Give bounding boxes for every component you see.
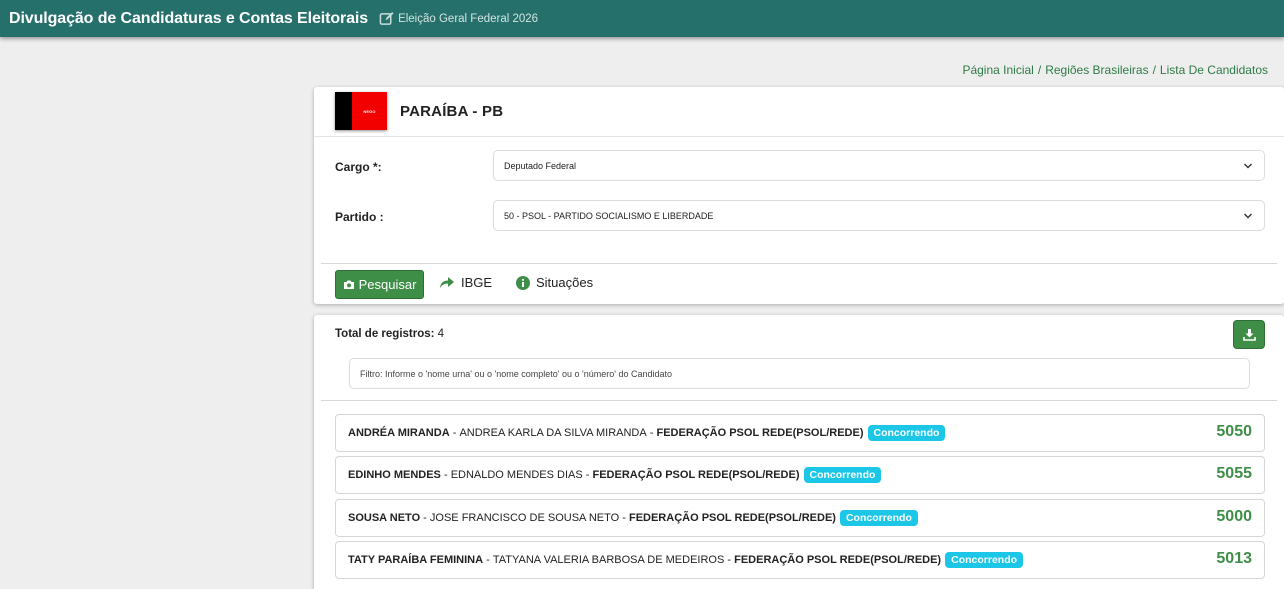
separator: - <box>440 469 451 481</box>
candidate-filter-input[interactable] <box>349 358 1250 389</box>
candidate-full-name: JOSE FRANCISCO DE SOUSA NETO <box>429 512 620 524</box>
state-flag: NEGO <box>335 92 387 130</box>
search-button-label: Pesquisar <box>358 277 417 292</box>
total-label: Total de registros: <box>335 328 435 340</box>
flag-text: NEGO <box>363 108 376 114</box>
separator: - <box>483 554 493 566</box>
cargo-label: Cargo *: <box>335 160 382 174</box>
partido-select[interactable]: 50 - PSOL - PARTIDO SOCIALISMO E LIBERDA… <box>493 200 1265 231</box>
separator: - <box>449 427 460 439</box>
results-card: Total de registros: 4 ANDRÉA MIRANDA - A… <box>314 315 1284 589</box>
candidate-party: FEDERAÇÃO PSOL REDE(PSOL/REDE) <box>628 512 836 524</box>
breadcrumb-separator: / <box>1037 63 1042 77</box>
candidate-urna-name: SOUSA NETO <box>348 512 421 524</box>
state-name: PARAÍBA - PB <box>400 103 504 120</box>
breadcrumb-home[interactable]: Página Inicial <box>962 63 1033 77</box>
candidate-party: FEDERAÇÃO PSOL REDE(PSOL/REDE) <box>734 554 942 566</box>
share-arrow-icon <box>440 277 454 288</box>
candidate-number: 5000 <box>1216 508 1252 525</box>
breadcrumb-separator: / <box>1152 63 1156 77</box>
candidate-full-name: TATYANA VALERIA BARBOSA DE MEDEIROS <box>492 554 725 566</box>
candidate-number: 5055 <box>1216 465 1252 482</box>
form-divider <box>321 263 1277 264</box>
situacoes-link[interactable]: Situações <box>516 275 593 290</box>
candidate-urna-name: TATY PARAÍBA FEMININA <box>348 554 484 566</box>
cargo-select[interactable]: Deputado Federal <box>493 150 1265 181</box>
separator: - <box>619 512 629 524</box>
app-title[interactable]: Divulgação de Candidaturas e Contas Elei… <box>9 10 368 28</box>
download-button[interactable] <box>1233 320 1265 349</box>
search-card: NEGO PARAÍBA - PB Cargo *: Deputado Fede… <box>314 87 1284 304</box>
cargo-select-value: Deputado Federal <box>504 160 577 171</box>
candidate-full-name: ANDREA KARLA DA SILVA MIRANDA <box>459 427 647 439</box>
status-badge: Concorrendo <box>945 552 1024 568</box>
state-header: NEGO PARAÍBA - PB <box>314 87 1284 137</box>
ibge-link[interactable]: IBGE <box>439 275 492 290</box>
chevron-down-icon <box>1244 163 1252 169</box>
breadcrumb: Página Inicial / Regiões Brasileiras / L… <box>962 63 1268 77</box>
flag-black-band <box>335 92 352 130</box>
candidate-row[interactable]: SOUSA NETO - JOSE FRANCISCO DE SOUSA NET… <box>335 499 1265 537</box>
candidate-urna-name: ANDRÉA MIRANDA <box>348 427 450 439</box>
download-icon <box>1242 329 1256 341</box>
total-value: 4 <box>437 328 445 340</box>
search-button[interactable]: Pesquisar <box>335 270 424 299</box>
separator: - <box>420 512 430 524</box>
camera-icon <box>343 280 354 289</box>
top-bar: Divulgação de Candidaturas e Contas Elei… <box>0 0 1284 37</box>
chevron-down-icon <box>1244 213 1252 219</box>
info-icon <box>516 275 530 290</box>
separator: - <box>646 427 657 439</box>
ibge-label: IBGE <box>461 275 493 290</box>
candidate-urna-name: EDINHO MENDES <box>348 469 441 481</box>
partido-select-value: 50 - PSOL - PARTIDO SOCIALISMO E LIBERDA… <box>504 210 714 221</box>
breadcrumb-regions[interactable]: Regiões Brasileiras <box>1045 63 1148 77</box>
candidate-full-name: EDNALDO MENDES DIAS <box>450 469 583 481</box>
situacoes-label: Situações <box>536 275 594 290</box>
total-records: Total de registros: 4 <box>335 328 444 340</box>
breadcrumb-current: Lista De Candidatos <box>1159 63 1268 77</box>
candidate-row[interactable]: ANDRÉA MIRANDA - ANDREA KARLA DA SILVA M… <box>335 414 1265 452</box>
flag-red-band: NEGO <box>352 92 387 130</box>
results-divider <box>321 400 1277 401</box>
candidate-party: FEDERAÇÃO PSOL REDE(PSOL/REDE) <box>656 427 864 439</box>
candidate-number: 5013 <box>1216 550 1252 567</box>
candidate-row[interactable]: TATY PARAÍBA FEMININA - TATYANA VALERIA … <box>335 541 1265 579</box>
separator: - <box>582 469 593 481</box>
candidate-row[interactable]: EDINHO MENDES - EDNALDO MENDES DIAS - FE… <box>335 456 1265 494</box>
separator: - <box>724 554 735 566</box>
candidate-party: FEDERAÇÃO PSOL REDE(PSOL/REDE) <box>592 469 800 481</box>
edit-icon[interactable] <box>379 11 394 26</box>
status-badge: Concorrendo <box>839 510 918 526</box>
election-name: Eleição Geral Federal 2026 <box>398 12 539 25</box>
candidate-number: 5050 <box>1216 423 1252 440</box>
status-badge: Concorrendo <box>867 425 946 441</box>
status-badge: Concorrendo <box>803 467 882 483</box>
partido-label: Partido : <box>335 210 384 224</box>
